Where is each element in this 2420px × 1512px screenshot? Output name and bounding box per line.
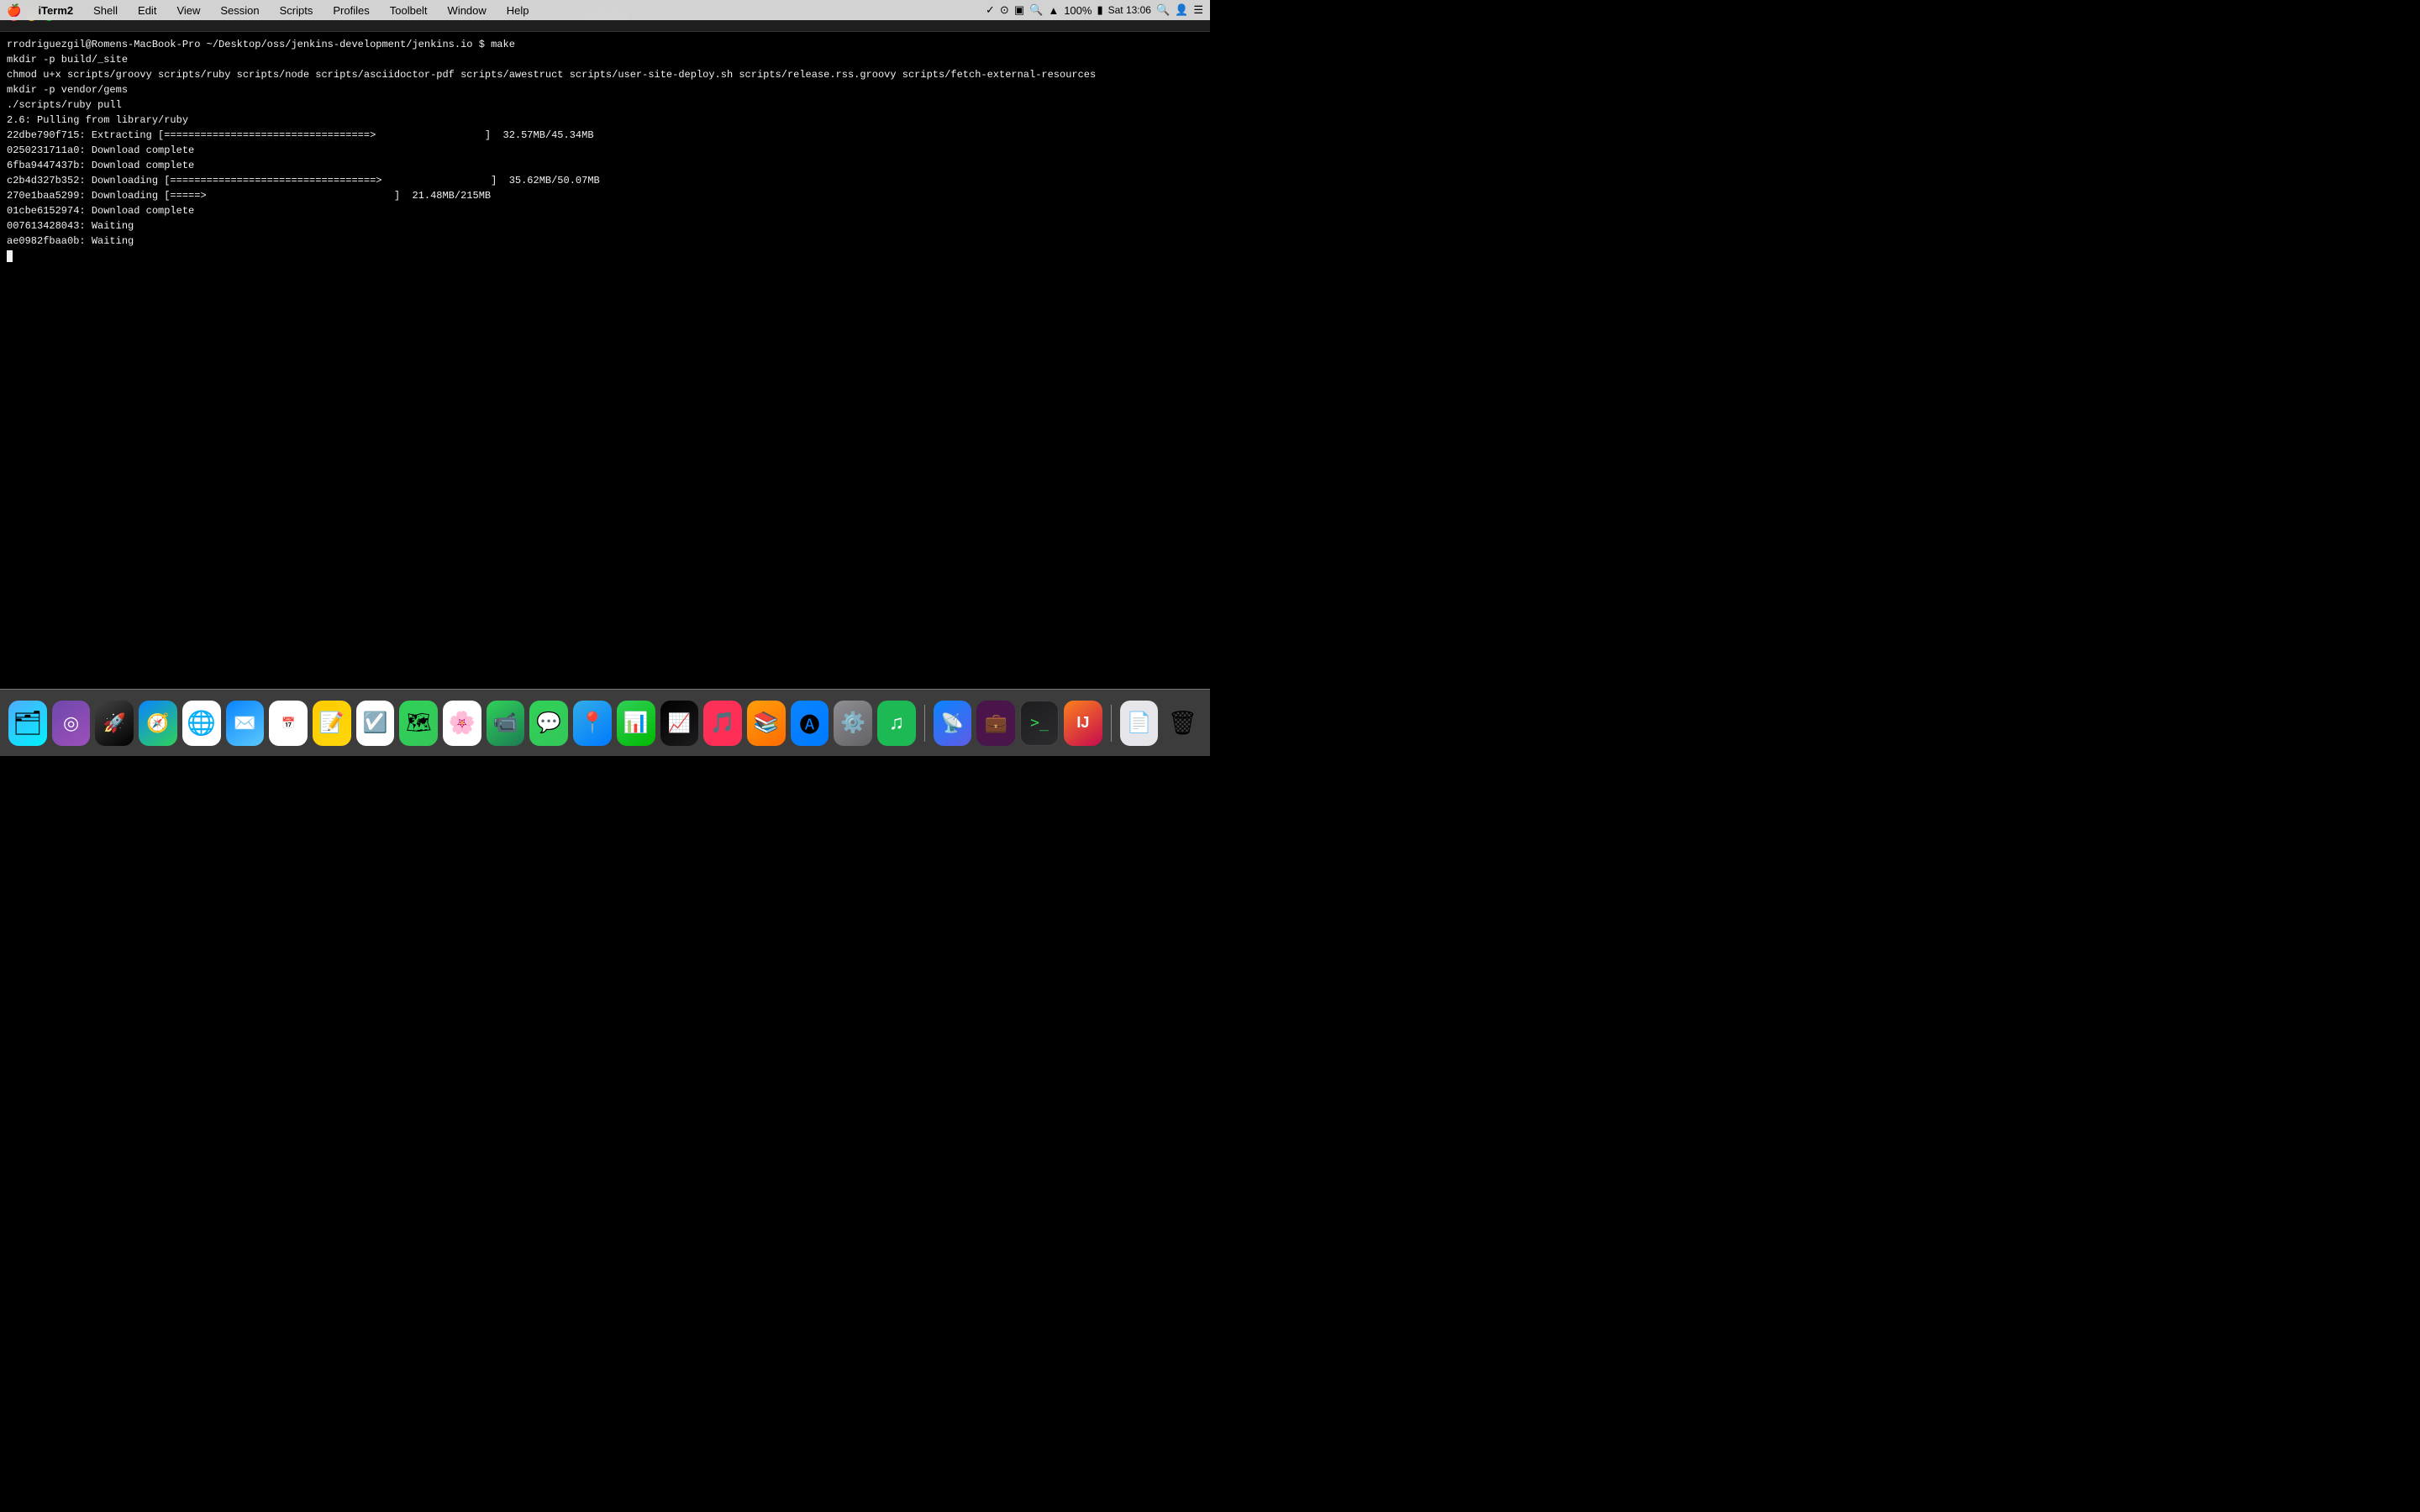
shell-menu[interactable]: Shell (90, 3, 121, 18)
terminal-output[interactable]: rrodriguezgil@Romens-MacBook-Pro ~/Deskt… (0, 32, 1210, 689)
clock: Sat 13:06 (1108, 4, 1151, 16)
dock-item-photos[interactable]: 🌸 (443, 701, 481, 746)
terminal-line: 22dbe790f715: Extracting [==============… (7, 128, 1203, 143)
spotlight-icon[interactable]: 🔍 (1029, 3, 1043, 17)
dock-separator-2 (1111, 705, 1112, 742)
dock-item-safari[interactable]: 🧭 (139, 701, 177, 746)
dock-item-facetime[interactable]: 📹 (487, 701, 525, 746)
scripts-menu[interactable]: Scripts (276, 3, 317, 18)
user-icon[interactable]: 👤 (1175, 3, 1188, 17)
apple-menu[interactable]: 🍎 (7, 3, 21, 18)
session-menu[interactable]: Session (217, 3, 262, 18)
terminal-line: 01cbe6152974: Download complete (7, 203, 1203, 218)
dock-item-intellij[interactable]: IJ (1064, 701, 1102, 746)
dock-item-books[interactable]: 📚 (747, 701, 786, 746)
dock-item-maps[interactable]: 🗺 (399, 701, 438, 746)
help-menu[interactable]: Help (503, 3, 533, 18)
terminal-line: mkdir -p vendor/gems (7, 82, 1203, 97)
toolbelt-menu[interactable]: Toolbelt (387, 3, 431, 18)
battery-percent: 100% (1064, 4, 1092, 17)
dock-item-mail[interactable]: ✉️ (226, 701, 265, 746)
battery-icon: ▮ (1097, 3, 1102, 17)
terminal-line: chmod u+x scripts/groovy scripts/ruby sc… (7, 67, 1203, 82)
dock-item-slack[interactable]: 💼 (976, 701, 1015, 746)
iterm2-window: 1. docker rrodriguezgil@Romens-MacBook-P… (0, 0, 1210, 689)
edit-menu[interactable]: Edit (134, 3, 160, 18)
dock-item-appstore[interactable]: 🅐 (791, 701, 829, 746)
terminal-line: mkdir -p build/_site (7, 52, 1203, 67)
dock-item-numbers[interactable]: 📊 (617, 701, 655, 746)
terminal-line: 0250231711a0: Download complete (7, 143, 1203, 158)
dock-item-siri[interactable]: ◎ (52, 701, 91, 746)
terminal-line: ae0982fbaa0b: Waiting (7, 234, 1203, 249)
dock-item-launchpad[interactable]: 🚀 (95, 701, 134, 746)
status-bar: ✓ ⊙ ▣ 🔍 ▲ 100% ▮ Sat 13:06 🔍 👤 ☰ (986, 3, 1203, 17)
dock-item-music[interactable]: 🎵 (703, 701, 742, 746)
profiles-menu[interactable]: Profiles (329, 3, 372, 18)
iterm-status-icon: ▣ (1014, 3, 1024, 17)
dock-item-spotify[interactable]: ♫ (877, 701, 916, 746)
dock-item-messages[interactable]: 💬 (529, 701, 568, 746)
terminal-line: 6fba9447437b: Download complete (7, 158, 1203, 173)
dock-item-system-preferences[interactable]: ⚙️ (834, 701, 872, 746)
terminal-line: c2b4d327b352: Downloading [=============… (7, 173, 1203, 188)
terminal-line: rrodriguezgil@Romens-MacBook-Pro ~/Deskt… (7, 37, 1203, 52)
search-icon[interactable]: 🔍 (1156, 3, 1170, 17)
terminal-line: 2.6: Pulling from library/ruby (7, 113, 1203, 128)
activity-icon: ⊙ (1000, 3, 1009, 17)
dock-item-chrome[interactable]: 🌐 (182, 701, 221, 746)
dock-item-documents[interactable]: 📄 (1120, 701, 1159, 746)
dock-item-trash[interactable]: 🗑 (1163, 701, 1202, 746)
wifi-status-icon[interactable]: ▲ (1048, 4, 1059, 17)
dock-item-stocks[interactable]: 📈 (660, 701, 699, 746)
dock-item-terminal[interactable]: >_ (1020, 701, 1059, 746)
dock-item-wifi[interactable]: 📡 (934, 701, 972, 746)
view-menu[interactable]: View (173, 3, 203, 18)
terminal-line: 007613428043: Waiting (7, 218, 1203, 234)
menubar: 🍎 iTerm2 Shell Edit View Session Scripts… (0, 0, 1210, 20)
dock: 🗂 ◎ 🚀 🧭 🌐 ✉️ 📅 📝 ☑️ 🗺 🌸 📹 💬 (0, 689, 1210, 756)
app-name-menu[interactable]: iTerm2 (34, 3, 76, 18)
window-menu[interactable]: Window (445, 3, 490, 18)
menubar-left: 🍎 iTerm2 Shell Edit View Session Scripts… (7, 3, 533, 18)
cursor (7, 250, 13, 262)
control-strip-icon[interactable]: ☰ (1193, 3, 1203, 17)
task-complete-icon: ✓ (986, 3, 995, 17)
dock-item-reminders[interactable]: ☑️ (356, 701, 395, 746)
dock-separator (924, 705, 925, 742)
terminal-prompt-line (7, 249, 1203, 264)
terminal-line: ./scripts/ruby pull (7, 97, 1203, 113)
terminal-line: 270e1baa5299: Downloading [=====> ] 21.4… (7, 188, 1203, 203)
dock-item-finder[interactable]: 🗂 (8, 701, 47, 746)
dock-item-calendar[interactable]: 📅 (269, 701, 308, 746)
dock-item-notes[interactable]: 📝 (313, 701, 351, 746)
dock-item-maps2[interactable]: 📍 (573, 701, 612, 746)
